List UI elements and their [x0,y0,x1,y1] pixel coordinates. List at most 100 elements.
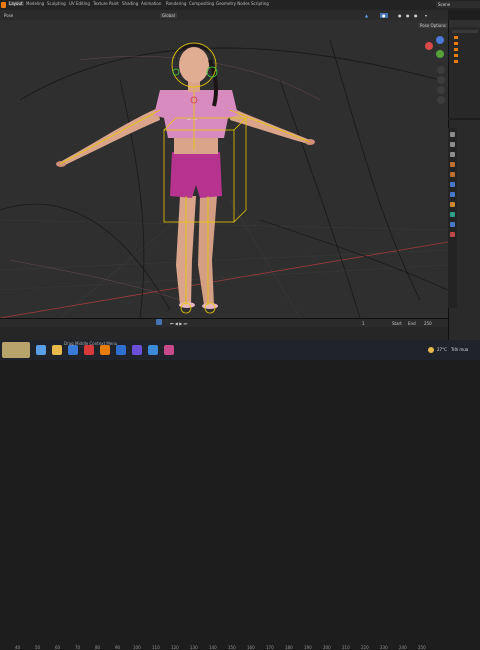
3d-viewport[interactable]: ~~ Pose Options [0,20,448,318]
floor-grid [0,199,448,318]
shading-menu-icon[interactable]: ▾ [425,13,427,18]
tab-geometry-nodes[interactable]: Geometry Nodes [216,1,250,6]
tick-label: 180 [285,645,293,650]
tab-sculpting[interactable]: Sculpting [47,1,66,6]
windows-icon[interactable] [36,345,46,355]
list-item-icon [454,42,458,45]
workspace-bar: Layout Modeling Sculpting UV Editing Tex… [0,0,480,10]
zoom-icon[interactable] [437,66,445,74]
object-data-tab-icon[interactable] [450,202,455,207]
shading-solid-icon[interactable]: ● [398,13,402,18]
start-frame-value[interactable]: 1 [362,321,365,326]
list-item-icon [454,48,458,51]
tab-layout[interactable]: Layout [8,1,24,6]
tab-animation[interactable]: Animation [141,1,161,6]
orientation-selector[interactable]: Global [160,13,177,18]
tick-label: 70 [75,645,81,650]
modifier-tab-icon[interactable] [450,192,455,197]
helper-curves [0,39,448,318]
world-tab-icon[interactable] [450,172,455,177]
end-frame-value[interactable]: 250 [424,321,432,326]
tool-tab-icon[interactable] [450,132,455,137]
tick-label: 230 [380,645,388,650]
tick-label: 160 [247,645,255,650]
gizmo-x-axis-icon[interactable] [425,42,433,50]
tab-compositing[interactable]: Compositing [189,1,214,6]
blender-taskbar-icon[interactable] [100,345,110,355]
render-tab-icon[interactable] [450,142,455,147]
tick-label: 150 [228,645,236,650]
list-item-icon [454,54,458,57]
weather-icon [428,347,434,353]
character-model[interactable]: ~~ [56,44,315,309]
timeline-header [0,319,448,327]
tick-label: 140 [209,645,217,650]
object-tab-icon[interactable] [450,182,455,187]
weather-temperature[interactable]: 27°C [437,347,447,352]
end-frame-label: End [408,321,416,326]
file-explorer-icon[interactable] [52,345,62,355]
tick-label: 90 [115,645,121,650]
scene-tab-icon[interactable] [450,162,455,167]
playback-controls[interactable]: ⏮ ◀ ▶ ⏭ [170,321,187,326]
tab-uv-editing[interactable]: UV Editing [69,1,90,6]
properties-tabs [448,128,457,308]
viewport-canvas: ~~ [0,39,448,318]
tick-label: 50 [35,645,41,650]
tab-shading[interactable]: Shading [122,1,138,6]
list-item-icon [454,36,458,39]
viewport-header: Pose Global ▲ ● ● ● ● ▾ [0,10,448,20]
output-tab-icon[interactable] [450,152,455,157]
constraint-tab-icon[interactable] [450,222,455,227]
tick-label: 80 [95,645,101,650]
list-item[interactable] [452,30,478,33]
gizmo-z-axis-icon[interactable] [436,36,444,44]
weather-description[interactable]: Trời mưa [451,347,468,352]
shirt-print: ~~ [186,116,198,124]
tick-label: 100 [133,645,141,650]
mode-selector[interactable]: Pose [4,13,13,18]
shorts [170,152,222,198]
blender-logo-icon[interactable] [1,2,6,8]
app-icon[interactable] [148,345,158,355]
tick-label: 240 [399,645,407,650]
gizmo-toggle-icon[interactable]: ▲ [365,13,368,18]
shading-rendered-icon[interactable]: ● [414,13,418,18]
taskbar-thumbnail[interactable] [2,342,30,358]
gizmo-y-axis-icon[interactable] [436,50,444,58]
current-frame-indicator[interactable] [156,319,162,325]
edge-icon[interactable] [68,345,78,355]
hand-icon[interactable] [437,76,445,84]
tick-label: 130 [190,645,198,650]
tab-texture-paint[interactable]: Texture Paint [93,1,119,6]
tick-label: 210 [342,645,350,650]
opera-icon[interactable] [84,345,94,355]
perspective-toggle-icon[interactable] [437,96,445,104]
tick-label: 250 [418,645,426,650]
start-frame-label: Start [392,321,402,326]
shading-material-icon[interactable]: ● [406,13,410,18]
shirt [154,90,238,138]
right-leg [198,196,217,305]
overlay-toggle-icon[interactable]: ● [380,13,388,18]
tab-scripting[interactable]: Scripting [251,1,269,6]
x-axis-line [0,241,448,318]
outliner-panel[interactable] [448,20,480,118]
app-icon[interactable] [164,345,174,355]
app-icon[interactable] [132,345,142,355]
tick-label: 220 [361,645,369,650]
list-item-icon [454,60,458,63]
bone-tab-icon[interactable] [450,212,455,217]
material-tab-icon[interactable] [450,232,455,237]
tick-label: 170 [266,645,274,650]
tab-modeling[interactable]: Modeling [26,1,44,6]
scene-selector[interactable]: Scene [436,1,480,8]
timeline-panel[interactable]: 1 Start End 250 ⏮ ◀ ▶ ⏭ 40 50 60 70 80 9… [0,318,448,650]
tab-rendering[interactable]: Rendering [166,1,186,6]
outliner-header [449,20,480,27]
pose-options-menu[interactable]: Pose Options [418,23,448,28]
right-sandal [202,303,218,309]
head [179,47,209,83]
word-icon[interactable] [116,345,126,355]
camera-icon[interactable] [437,86,445,94]
